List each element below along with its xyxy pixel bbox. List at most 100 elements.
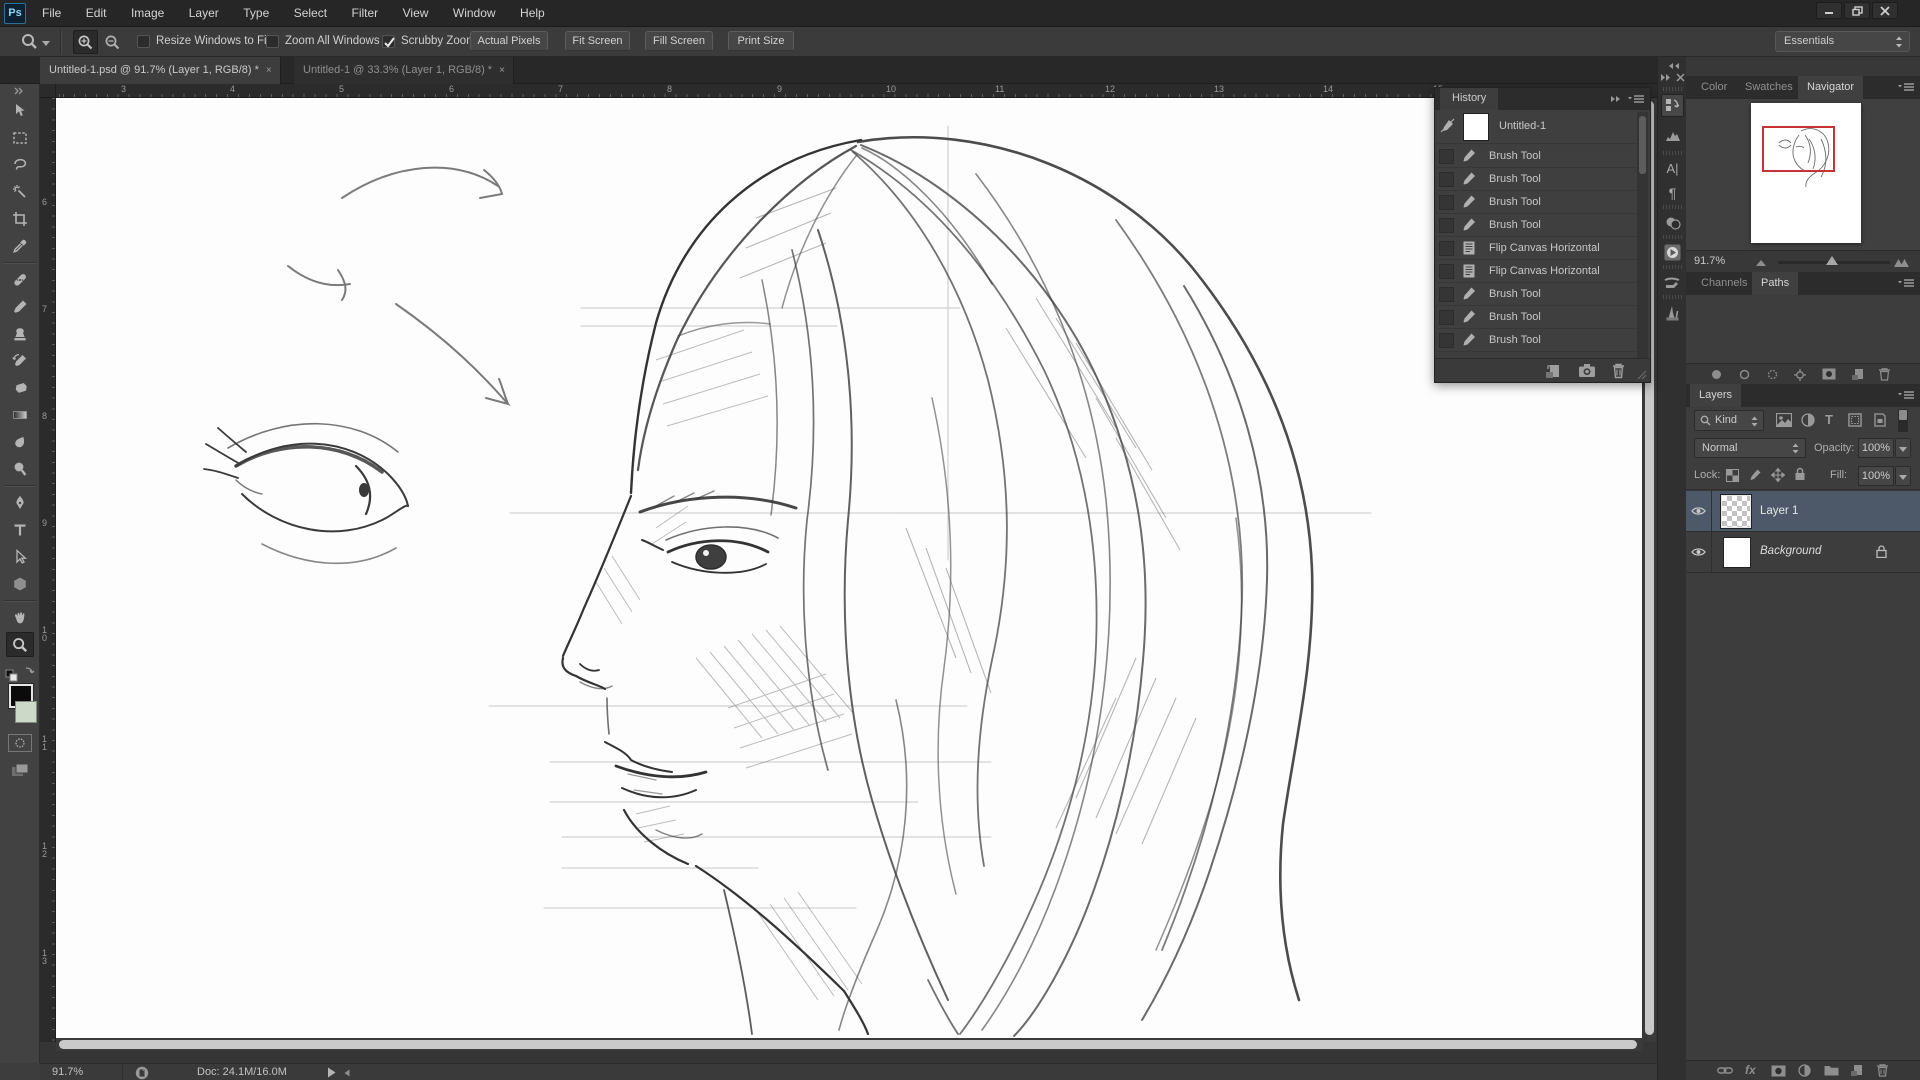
history-step-row[interactable]: Brush Tool bbox=[1437, 168, 1639, 191]
layer-name[interactable]: Layer 1 bbox=[1760, 505, 1798, 517]
smudge-tool[interactable] bbox=[6, 429, 34, 454]
character-panel-icon[interactable]: A| bbox=[1661, 157, 1684, 180]
history-brush-source-icon[interactable] bbox=[1440, 118, 1456, 134]
history-step-row[interactable]: Brush Tool bbox=[1437, 283, 1639, 306]
history-state-well[interactable] bbox=[1439, 264, 1454, 279]
fill-screen-button[interactable]: Fill Screen bbox=[645, 31, 713, 51]
navigator-view-frame[interactable] bbox=[1762, 126, 1835, 172]
preset-dropdown-arrow-icon[interactable] bbox=[42, 41, 50, 46]
history-state-well[interactable] bbox=[1439, 241, 1454, 256]
new-layer-icon[interactable] bbox=[1850, 1064, 1863, 1077]
dock-grip[interactable] bbox=[1663, 295, 1682, 299]
zoom-out-mode-button[interactable] bbox=[100, 30, 125, 54]
history-state-well[interactable] bbox=[1439, 287, 1454, 302]
collapse-dock-icon[interactable] bbox=[1667, 62, 1681, 70]
resize-windows-checkbox[interactable] bbox=[137, 35, 150, 48]
dock-grip[interactable] bbox=[1663, 151, 1682, 155]
history-state-well[interactable] bbox=[1439, 172, 1454, 187]
dodge-tool[interactable] bbox=[6, 456, 34, 481]
collapse-panel-icon[interactable] bbox=[1610, 95, 1622, 103]
path-selection-tool[interactable] bbox=[6, 544, 34, 569]
eyedropper-tool[interactable] bbox=[6, 233, 34, 258]
load-path-selection-icon[interactable] bbox=[1767, 369, 1778, 380]
delete-state-trash-icon[interactable] bbox=[1611, 362, 1626, 379]
opacity-dropdown-arrow[interactable] bbox=[1895, 438, 1911, 458]
delete-layer-trash-icon[interactable] bbox=[1876, 1063, 1889, 1077]
new-path-icon[interactable] bbox=[1851, 368, 1864, 381]
menu-select[interactable]: Select bbox=[284, 0, 337, 26]
navigator-thumbnail[interactable] bbox=[1751, 103, 1861, 243]
healing-brush-tool[interactable] bbox=[6, 267, 34, 292]
menu-type[interactable]: Type bbox=[233, 0, 279, 26]
zoom-in-large-icon[interactable] bbox=[1894, 258, 1910, 267]
layer-style-fx-icon[interactable]: fx bbox=[1745, 1063, 1756, 1077]
zoom-out-small-icon[interactable] bbox=[1756, 260, 1766, 266]
status-left-arrow-icon[interactable] bbox=[344, 1069, 350, 1077]
lasso-tool[interactable] bbox=[6, 152, 34, 177]
panel-menu-icon[interactable] bbox=[1898, 83, 1914, 93]
horizontal-scrollbar[interactable] bbox=[56, 1038, 1643, 1051]
layer-thumbnail[interactable] bbox=[1723, 537, 1751, 568]
horizontal-scrollbar-thumb[interactable] bbox=[59, 1040, 1637, 1049]
menu-file[interactable]: File bbox=[32, 0, 71, 26]
tab-untitled1-33[interactable]: Untitled-1 @ 33.3% (Layer 1, RGB/8) *× bbox=[294, 57, 514, 84]
collapse-toolbar-icon[interactable] bbox=[14, 87, 24, 95]
tool-presets-panel-icon[interactable] bbox=[1661, 271, 1684, 294]
dock-grip[interactable] bbox=[1663, 87, 1682, 91]
filter-smart-objects-icon[interactable] bbox=[1872, 413, 1886, 427]
background-color-swatch[interactable] bbox=[15, 701, 37, 723]
eraser-tool[interactable] bbox=[6, 375, 34, 400]
layer-visibility-toggle[interactable] bbox=[1686, 532, 1712, 572]
scrubby-zoom-checkbox[interactable] bbox=[382, 35, 395, 48]
hand-tool[interactable] bbox=[6, 605, 34, 630]
status-zoom-field[interactable]: 91.7% bbox=[48, 1065, 123, 1079]
brush-panel-icon[interactable] bbox=[1661, 301, 1684, 324]
pen-tool[interactable] bbox=[6, 490, 34, 515]
paths-list-area[interactable] bbox=[1686, 295, 1920, 363]
filter-pixel-layers-icon[interactable] bbox=[1776, 413, 1792, 427]
layer-row-layer1[interactable]: Layer 1 bbox=[1686, 491, 1920, 532]
screen-mode-button[interactable] bbox=[8, 760, 32, 780]
add-layer-mask-icon[interactable] bbox=[1771, 1065, 1786, 1077]
history-step-row[interactable]: Brush Tool bbox=[1437, 214, 1639, 237]
ruler-corner[interactable] bbox=[40, 84, 56, 98]
menu-view[interactable]: View bbox=[393, 0, 439, 26]
mini-bridge-panel-icon[interactable] bbox=[1661, 241, 1684, 264]
filter-on-off-toggle[interactable] bbox=[1898, 409, 1908, 432]
add-mask-icon[interactable] bbox=[1822, 368, 1836, 380]
zoom-tool-preset-icon[interactable] bbox=[20, 33, 40, 51]
history-panel-tab[interactable]: History bbox=[1440, 88, 1498, 110]
tab-channels[interactable]: Channels bbox=[1692, 272, 1756, 295]
history-state-well[interactable] bbox=[1439, 333, 1454, 348]
tab-navigator[interactable]: Navigator bbox=[1798, 76, 1863, 99]
crop-tool[interactable] bbox=[6, 206, 34, 231]
gradient-tool[interactable] bbox=[6, 402, 34, 427]
zoom-all-windows-checkbox[interactable] bbox=[266, 35, 279, 48]
layer-name[interactable]: Background bbox=[1760, 545, 1821, 557]
filter-type-layers-icon[interactable]: T bbox=[1825, 412, 1833, 427]
history-state-well[interactable] bbox=[1439, 310, 1454, 325]
menu-layer[interactable]: Layer bbox=[179, 0, 229, 26]
make-work-path-icon[interactable] bbox=[1794, 369, 1806, 381]
menu-filter[interactable]: Filter bbox=[342, 0, 389, 26]
dock-grip[interactable] bbox=[1663, 265, 1682, 269]
new-snapshot-camera-icon[interactable] bbox=[1578, 363, 1596, 378]
history-step-row[interactable]: Brush Tool bbox=[1437, 191, 1639, 214]
print-size-button[interactable]: Print Size bbox=[728, 31, 794, 51]
history-scrollbar-thumb[interactable] bbox=[1639, 116, 1646, 174]
history-state-well[interactable] bbox=[1439, 149, 1454, 164]
history-step-row[interactable]: Brush Tool bbox=[1437, 145, 1639, 168]
quick-mask-button[interactable] bbox=[8, 734, 32, 752]
lock-transparent-pixels-icon[interactable] bbox=[1726, 469, 1739, 482]
tab-color[interactable]: Color bbox=[1692, 76, 1736, 99]
delete-path-trash-icon[interactable] bbox=[1878, 367, 1891, 381]
horizontal-ruler[interactable]: 3 4 5 6 7 8 9 10 11 12 13 14 15 bbox=[56, 84, 1657, 98]
history-state-well[interactable] bbox=[1439, 195, 1454, 210]
fill-dropdown-arrow[interactable] bbox=[1895, 466, 1911, 486]
actual-pixels-button[interactable]: Actual Pixels bbox=[470, 31, 548, 51]
restore-button[interactable] bbox=[1844, 2, 1870, 19]
layer-row-background[interactable]: Background bbox=[1686, 532, 1920, 573]
zoom-tool[interactable] bbox=[6, 632, 34, 657]
layer-visibility-toggle[interactable] bbox=[1686, 491, 1712, 531]
history-scrollbar[interactable] bbox=[1637, 112, 1648, 360]
